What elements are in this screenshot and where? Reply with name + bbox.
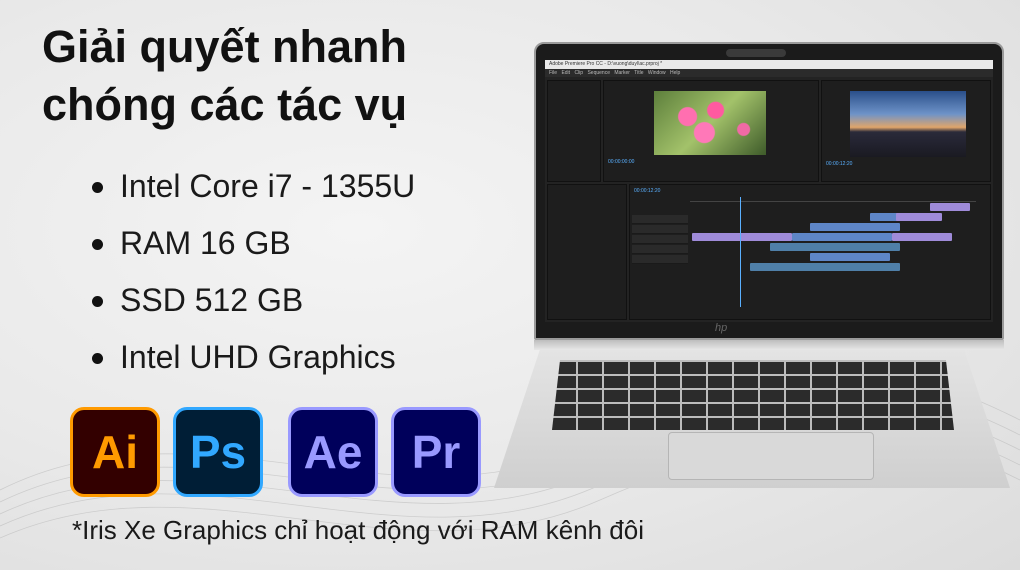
timeline-clip: [896, 213, 942, 221]
headline: Giải quyết nhanh chóng các tác vụ: [42, 18, 522, 134]
program-timecode: 00:00:12:20: [826, 161, 853, 167]
program-preview-city: [850, 91, 966, 157]
timeline-clip: [892, 233, 952, 241]
webcam-icon: [726, 49, 786, 57]
timeline-clip: [810, 253, 890, 261]
laptop-lid: Adobe Premiere Pro CC - D:\vuong\duyl\ac…: [534, 42, 1004, 340]
hp-logo: hp: [715, 322, 728, 334]
effects-panel: [547, 184, 627, 320]
spec-graphics: Intel UHD Graphics: [92, 329, 415, 386]
timeline-playhead: [740, 197, 741, 307]
app-icon-row: Ai Ps Ae Pr: [70, 407, 490, 497]
adobe-after-effects-icon: Ae: [288, 407, 378, 497]
headline-line-2: chóng các tác vụ: [42, 79, 408, 130]
premiere-title-bar: Adobe Premiere Pro CC - D:\vuong\duyl\ac…: [545, 60, 993, 69]
track-header: [632, 225, 688, 234]
laptop-screen: Adobe Premiere Pro CC - D:\vuong\duyl\ac…: [545, 60, 993, 322]
laptop-image: Adobe Premiere Pro CC - D:\vuong\duyl\ac…: [490, 40, 1018, 500]
track-header: [632, 215, 688, 224]
timeline-clip: [930, 203, 970, 211]
timeline-clip: [750, 263, 900, 271]
laptop-keyboard: [552, 360, 954, 430]
track-header: [632, 235, 688, 244]
adobe-photoshop-icon: Ps: [173, 407, 263, 497]
source-monitor-panel: 00:00:00:00: [603, 80, 819, 182]
laptop-hinge: [534, 340, 1004, 350]
spec-ram: RAM 16 GB: [92, 215, 415, 272]
spec-cpu: Intel Core i7 - 1355U: [92, 158, 415, 215]
laptop-trackpad: [668, 432, 874, 480]
timeline-clip: [810, 223, 900, 231]
program-monitor-panel: 00:00:12:20: [821, 80, 991, 182]
spec-list: Intel Core i7 - 1355U RAM 16 GB SSD 512 …: [92, 158, 415, 386]
timeline-ruler: [690, 197, 976, 202]
adobe-illustrator-icon: Ai: [70, 407, 160, 497]
source-timecode: 00:00:00:00: [608, 159, 635, 165]
timeline-clip: [770, 243, 900, 251]
premiere-menu-bar: File Edit Clip Sequence Marker Title Win…: [545, 69, 993, 77]
timeline-clip: [792, 233, 892, 241]
track-header: [632, 245, 688, 254]
footnote: *Iris Xe Graphics chỉ hoạt động với RAM …: [72, 515, 644, 545]
project-panel: [547, 80, 601, 182]
track-header: [632, 255, 688, 264]
source-preview-flowers: [654, 91, 766, 155]
timeline-timecode: 00:00:12:20: [634, 188, 661, 194]
headline-line-1: Giải quyết nhanh: [42, 21, 408, 72]
adobe-premiere-icon: Pr: [391, 407, 481, 497]
spec-storage: SSD 512 GB: [92, 272, 415, 329]
timeline-panel: 00:00:12:20: [629, 184, 991, 320]
timeline-clip: [692, 233, 792, 241]
